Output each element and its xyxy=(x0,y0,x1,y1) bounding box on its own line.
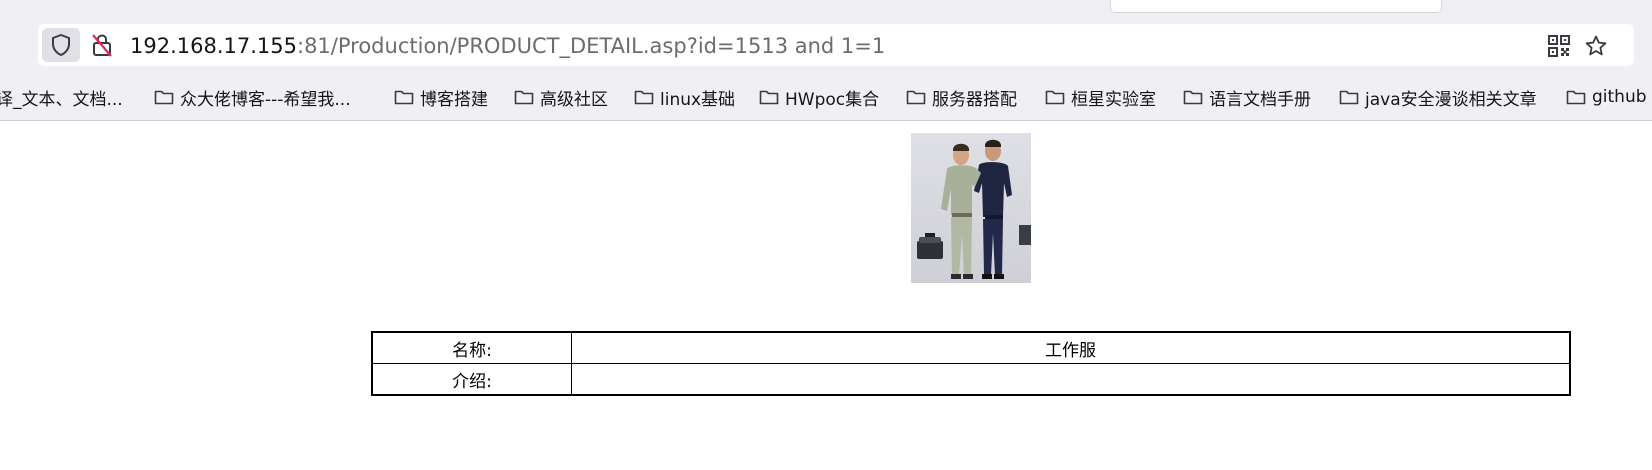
shield-icon xyxy=(52,34,70,56)
bookmark-label: java安全漫谈相关文章 xyxy=(1365,89,1537,110)
qr-code-button[interactable] xyxy=(1546,33,1572,59)
dropdown-panel-edge xyxy=(1110,0,1442,13)
bookmark-folder[interactable]: 众大佬博客---希望我... xyxy=(154,85,351,110)
table-row: 介绍: xyxy=(371,363,1571,396)
url-host: 192.168.17.155 xyxy=(130,34,297,58)
table-row: 名称: 工作服 xyxy=(371,331,1571,364)
bookmark-label: github xyxy=(1592,87,1647,107)
bookmark-folder[interactable]: 高级社区 xyxy=(514,85,608,110)
bookmark-folder[interactable]: HWpoc集合 xyxy=(759,85,880,110)
folder-icon xyxy=(394,90,414,105)
folder-icon xyxy=(514,90,534,105)
bookmark-label: 语言文档手册 xyxy=(1209,89,1311,110)
bookmark-folder[interactable]: github xyxy=(1566,85,1647,109)
folder-icon xyxy=(154,90,174,105)
bookmark-label: 高级社区 xyxy=(540,89,608,110)
bookmark-folder[interactable]: linux基础 xyxy=(634,85,736,110)
bookmark-folder[interactable]: 桓星实验室 xyxy=(1045,85,1156,110)
name-label: 名称: xyxy=(371,331,572,364)
bookmark-folder[interactable]: 服务器搭配 xyxy=(906,85,1017,110)
folder-icon xyxy=(1045,90,1065,105)
bookmark-label: 桓星实验室 xyxy=(1071,89,1156,110)
folder-icon xyxy=(634,90,654,105)
folder-icon xyxy=(1183,90,1203,105)
bookmark-label: HWpoc集合 xyxy=(785,89,880,110)
insecure-lock-icon xyxy=(92,34,112,57)
folder-icon xyxy=(759,90,779,105)
url-bar[interactable]: 192.168.17.155:81/Production/PRODUCT_DET… xyxy=(38,24,1634,66)
bookmark-label: 博客搭建 xyxy=(420,89,488,110)
bookmark-item[interactable]: 译_文本、文档... xyxy=(0,85,123,110)
site-security-button[interactable] xyxy=(86,28,118,62)
bookmark-folder[interactable]: 语言文档手册 xyxy=(1183,85,1311,110)
bookmarks-toolbar: 译_文本、文档... 众大佬博客---希望我... 博客搭建 高级社区 linu… xyxy=(0,74,1652,121)
intro-label: 介绍: xyxy=(371,363,572,396)
navigation-toolbar: 192.168.17.155:81/Production/PRODUCT_DET… xyxy=(0,20,1652,74)
qr-code-icon xyxy=(1548,35,1570,57)
folder-icon xyxy=(1339,90,1359,105)
product-detail-table: 名称: 工作服 介绍: xyxy=(371,331,1571,396)
bookmark-label: 译_文本、文档... xyxy=(0,89,123,110)
intro-value xyxy=(571,363,1571,396)
folder-icon xyxy=(1566,90,1586,105)
bookmark-page-button[interactable] xyxy=(1582,32,1610,60)
bookmark-label: 服务器搭配 xyxy=(932,89,1017,110)
url-text[interactable]: 192.168.17.155:81/Production/PRODUCT_DET… xyxy=(130,34,885,58)
tracking-protection-button[interactable] xyxy=(42,28,80,62)
url-path: :81/Production/PRODUCT_DETAIL.asp?id=151… xyxy=(297,34,886,58)
bookmark-folder[interactable]: java安全漫谈相关文章 xyxy=(1339,85,1537,110)
product-image xyxy=(911,133,1031,283)
name-value: 工作服 xyxy=(571,331,1571,364)
bookmark-label: 众大佬博客---希望我... xyxy=(180,89,351,110)
star-icon xyxy=(1585,35,1607,56)
bookmark-label: linux基础 xyxy=(660,89,736,110)
bookmark-folder[interactable]: 博客搭建 xyxy=(394,85,488,110)
folder-icon xyxy=(906,90,926,105)
